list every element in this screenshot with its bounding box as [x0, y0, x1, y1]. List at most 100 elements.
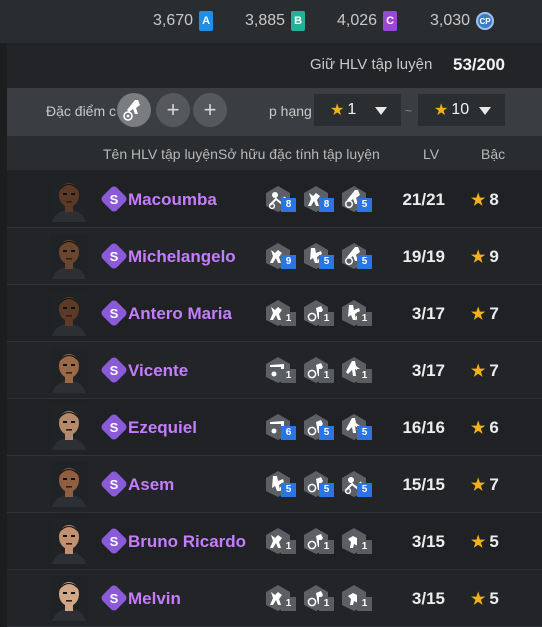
ticket-a-icon: A: [199, 11, 214, 31]
coach-row[interactable]: S Ezequiel 6 5 5 16/16 ★ 6: [7, 399, 542, 456]
plus-icon: +: [166, 97, 180, 122]
star-icon: ★: [471, 477, 486, 494]
coach-avatar-image: [50, 576, 88, 621]
trait-badge: 1: [340, 584, 374, 612]
coach-grade: ★ 5: [471, 532, 499, 552]
trait-badge: 5: [264, 470, 298, 498]
hold-counter: Giữ HLV tập luyện 53/200: [7, 43, 542, 88]
special-rank-letter: S: [109, 476, 119, 492]
star-icon: ★: [471, 249, 486, 266]
coach-grade: ★ 9: [471, 247, 499, 267]
coach-name: Asem: [128, 475, 175, 494]
special-rank-letter: S: [109, 191, 119, 207]
coach-name: Macoumba: [128, 190, 217, 209]
trait-level: 1: [281, 312, 296, 326]
trait-badge: 1: [340, 299, 374, 327]
max-rank-select[interactable]: ★ 10: [418, 94, 505, 126]
dribble-icon: [123, 100, 140, 121]
star-icon: ★: [471, 363, 486, 380]
trait-badge: 5: [340, 413, 374, 441]
cp-coin-icon: CP: [476, 12, 495, 30]
column-name-header[interactable]: Tên HLV tập luyện: [103, 146, 218, 162]
coach-level: 19/19: [402, 247, 445, 266]
trait-badge: 1: [264, 356, 298, 384]
trait-list: 6 5 5: [264, 413, 374, 441]
coach-grade-value: 5: [489, 532, 499, 551]
coach-grade: ★ 5: [471, 589, 499, 609]
trait-level: 5: [319, 255, 334, 269]
coach-grade: ★ 8: [471, 190, 499, 210]
coach-name: Ezequiel: [128, 418, 197, 437]
coach-level: 3/15: [411, 589, 445, 608]
trait-filter-slot-2[interactable]: +: [156, 93, 190, 127]
special-rank-letter: S: [109, 419, 119, 435]
trait-badge: 6: [264, 413, 298, 441]
avatar: [50, 405, 88, 450]
trait-level: 9: [281, 255, 296, 269]
trait-badge: 1: [302, 299, 336, 327]
special-rank-letter: S: [109, 590, 119, 606]
trait-level: 1: [357, 540, 372, 554]
trait-level: 5: [319, 483, 334, 497]
currency-c: 4,026 C: [337, 9, 398, 33]
trait-list: 1 1 1: [264, 584, 374, 612]
currency-bar: 3,670 A 3,885 B 4,026 C 3,030 CP: [0, 0, 542, 43]
coach-row[interactable]: S Macoumba 8 8 5 21/21 ★ 8: [7, 171, 542, 228]
coach-row[interactable]: S Antero Maria 1 1 1 3/17 ★ 7: [7, 285, 542, 342]
trait-badge: 1: [340, 356, 374, 384]
currency-c-value: 4,026: [337, 12, 378, 29]
avatar: [50, 348, 88, 393]
avatar: [50, 291, 88, 336]
coach-grade-value: 8: [489, 190, 499, 209]
special-rank-letter: S: [109, 533, 119, 549]
trait-level: 1: [319, 369, 334, 383]
coach-row[interactable]: S Melvin 1 1 1 3/15 ★ 5: [7, 570, 542, 627]
coach-avatar-image: [50, 405, 88, 450]
trait-level: 1: [319, 312, 334, 326]
coach-grade-value: 7: [489, 304, 499, 323]
ticket-c-icon: C: [383, 11, 398, 31]
trait-level: 8: [281, 198, 296, 212]
coach-level: 3/17: [411, 304, 445, 323]
coach-row[interactable]: S Michelangelo 9 5 5 19/19 ★ 9: [7, 228, 542, 285]
plus-icon: +: [203, 97, 217, 122]
coach-name: Antero Maria: [128, 304, 232, 323]
coach-row[interactable]: S Asem 5 5 5 15/15 ★ 7: [7, 456, 542, 513]
trait-level: 1: [319, 597, 334, 611]
coach-grade: ★ 7: [471, 361, 499, 381]
star-icon: ★: [471, 306, 486, 323]
min-rank-select[interactable]: ★ 1: [314, 94, 401, 126]
coach-name: Bruno Ricardo: [128, 532, 247, 551]
coach-name: Michelangelo: [128, 247, 236, 266]
coach-row[interactable]: S Bruno Ricardo 1 1 1 3/15 ★ 5: [7, 513, 542, 570]
trait-level: 5: [357, 426, 372, 440]
column-grade-header[interactable]: Bậc: [481, 146, 505, 162]
trait-list: 8 8 5: [264, 185, 374, 213]
coach-grade: ★ 7: [471, 304, 499, 324]
trait-badge: 5: [302, 242, 336, 270]
trait-badge: 5: [340, 470, 374, 498]
currency-a-value: 3,670: [153, 12, 194, 29]
coach-grade-value: 9: [489, 247, 499, 266]
trait-badge: 1: [264, 299, 298, 327]
coach-grade-value: 7: [489, 475, 499, 494]
coach-avatar-image: [50, 348, 88, 393]
coach-row[interactable]: S Vicente 1 1 1 3/17 ★ 7: [7, 342, 542, 399]
trait-level: 1: [281, 540, 296, 554]
coach-level: 21/21: [402, 190, 445, 209]
coach-level: 15/15: [402, 475, 445, 494]
trait-level: 5: [281, 483, 296, 497]
trait-filter-slot-3[interactable]: +: [193, 93, 227, 127]
trait-badge: 1: [302, 356, 336, 384]
coach-level: 16/16: [402, 418, 445, 437]
trait-list: 5 5 5: [264, 470, 374, 498]
trait-filter-slot-1[interactable]: [117, 93, 151, 127]
trait-list: 1 1 1: [264, 527, 374, 555]
star-icon: ★: [471, 420, 486, 437]
hold-value: 53/200: [453, 55, 505, 74]
trait-level: 1: [281, 597, 296, 611]
column-level-header[interactable]: LV: [423, 146, 439, 162]
trait-list: 9 5 5: [264, 242, 374, 270]
avatar: [50, 576, 88, 621]
trait-level: 1: [319, 540, 334, 554]
